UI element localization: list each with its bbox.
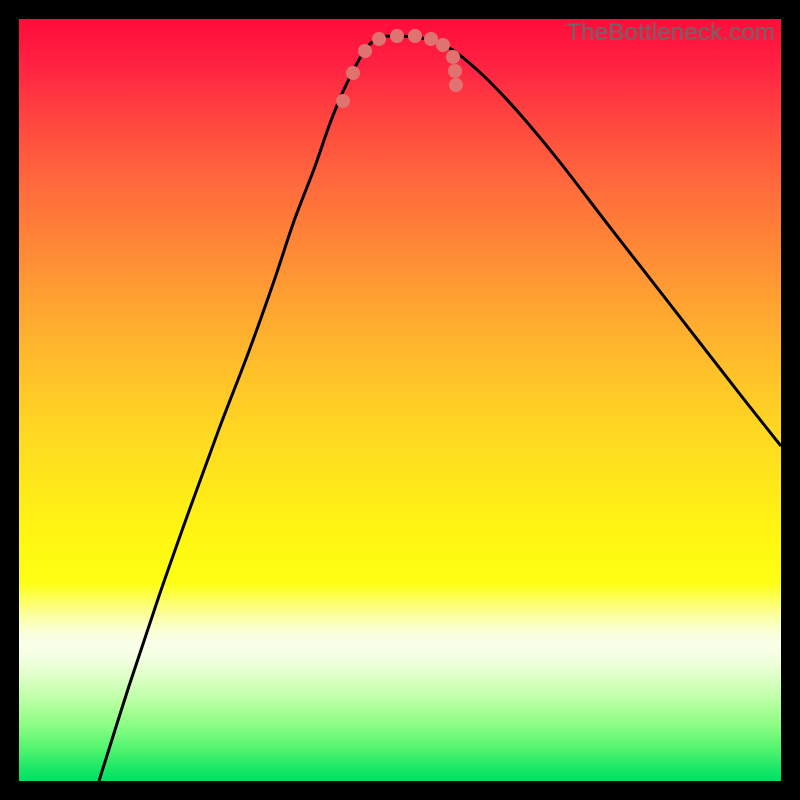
trough-marker xyxy=(449,78,463,92)
trough-marker xyxy=(390,29,404,43)
bottleneck-curve-path xyxy=(99,36,781,781)
trough-marker xyxy=(448,64,462,78)
trough-marker xyxy=(408,29,422,43)
trough-marker-group xyxy=(336,29,463,108)
bottleneck-curve-svg xyxy=(19,19,781,781)
watermark-text: TheBottleneck.com xyxy=(566,19,775,47)
chart-frame: TheBottleneck.com xyxy=(0,0,800,800)
trough-marker xyxy=(424,32,438,46)
trough-marker xyxy=(336,94,350,108)
trough-marker xyxy=(446,50,460,64)
trough-marker xyxy=(372,32,386,46)
trough-marker xyxy=(436,38,450,52)
trough-marker xyxy=(358,44,372,58)
chart-plot-area: TheBottleneck.com xyxy=(19,19,781,781)
trough-marker xyxy=(346,66,360,80)
